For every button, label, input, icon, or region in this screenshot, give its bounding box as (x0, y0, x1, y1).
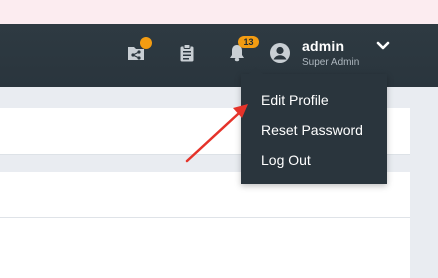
content-panel (0, 172, 410, 278)
divider (0, 217, 410, 218)
user-dropdown-menu: Edit Profile Reset Password Log Out (241, 67, 387, 184)
user-circle-icon[interactable] (269, 42, 291, 64)
user-name[interactable]: admin (302, 38, 344, 54)
notification-count-badge: 13 (238, 36, 259, 48)
dropdown-caret (249, 67, 263, 74)
chevron-down-icon[interactable] (375, 39, 391, 51)
user-role: Super Admin (302, 57, 360, 68)
menu-item-log-out[interactable]: Log Out (261, 152, 311, 168)
notification-dot (140, 37, 152, 49)
clipboard-icon[interactable] (176, 42, 198, 64)
menu-item-edit-profile[interactable]: Edit Profile (261, 92, 329, 108)
menu-item-reset-password[interactable]: Reset Password (261, 122, 363, 138)
top-strip (0, 0, 438, 24)
